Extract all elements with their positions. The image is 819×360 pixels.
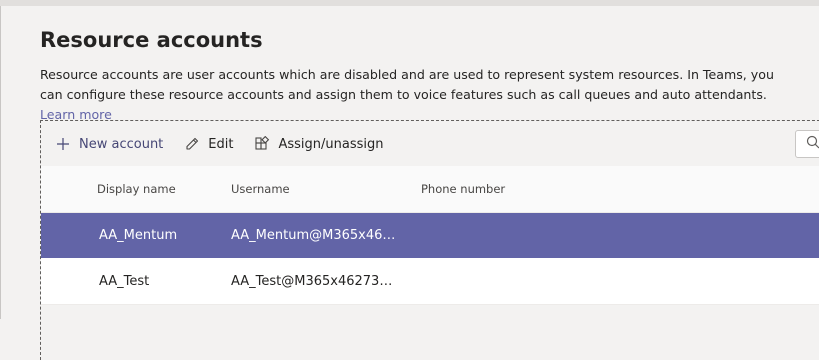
table-row[interactable]: AA_Test AA_Test@M365x462735.o... bbox=[41, 258, 819, 305]
username-text: AA_Mentum@M365x4627... bbox=[231, 228, 399, 243]
assign-unassign-button[interactable]: Assign/unassign bbox=[245, 122, 395, 166]
table-row[interactable]: AA_Mentum AA_Mentum@M365x4627... bbox=[41, 213, 819, 258]
page-description: Resource accounts are user accounts whic… bbox=[40, 65, 800, 125]
search-input[interactable] bbox=[795, 130, 819, 158]
description-text: Resource accounts are user accounts whic… bbox=[40, 67, 774, 102]
username-cell: AA_Mentum@M365x4627... bbox=[231, 228, 421, 243]
edit-label: Edit bbox=[208, 136, 234, 152]
column-header-username[interactable]: Username bbox=[231, 182, 421, 196]
pencil-icon bbox=[184, 136, 200, 152]
table-header: Display name Username Phone number bbox=[41, 166, 819, 213]
left-edge bbox=[0, 6, 1, 319]
column-header-phone-number[interactable]: Phone number bbox=[421, 182, 621, 196]
resource-accounts-table: Display name Username Phone number AA_Me… bbox=[41, 166, 819, 305]
plus-icon bbox=[55, 136, 71, 152]
assign-label: Assign/unassign bbox=[278, 136, 384, 152]
display-name-cell: AA_Mentum bbox=[99, 228, 178, 243]
top-strip bbox=[0, 0, 819, 6]
edit-button[interactable]: Edit bbox=[175, 122, 245, 166]
assign-icon bbox=[254, 136, 270, 152]
new-account-label: New account bbox=[79, 136, 164, 152]
search-icon bbox=[805, 134, 819, 154]
new-account-button[interactable]: New account bbox=[41, 122, 175, 166]
username-text: AA_Test@M365x462735.o... bbox=[231, 273, 399, 289]
page-title: Resource accounts bbox=[40, 28, 263, 52]
display-name-cell: AA_Test bbox=[99, 273, 150, 289]
username-cell: AA_Test@M365x462735.o... bbox=[231, 274, 421, 289]
column-header-display-name[interactable]: Display name bbox=[41, 182, 231, 196]
toolbar: New account Edit Assign/unassign bbox=[41, 122, 819, 166]
